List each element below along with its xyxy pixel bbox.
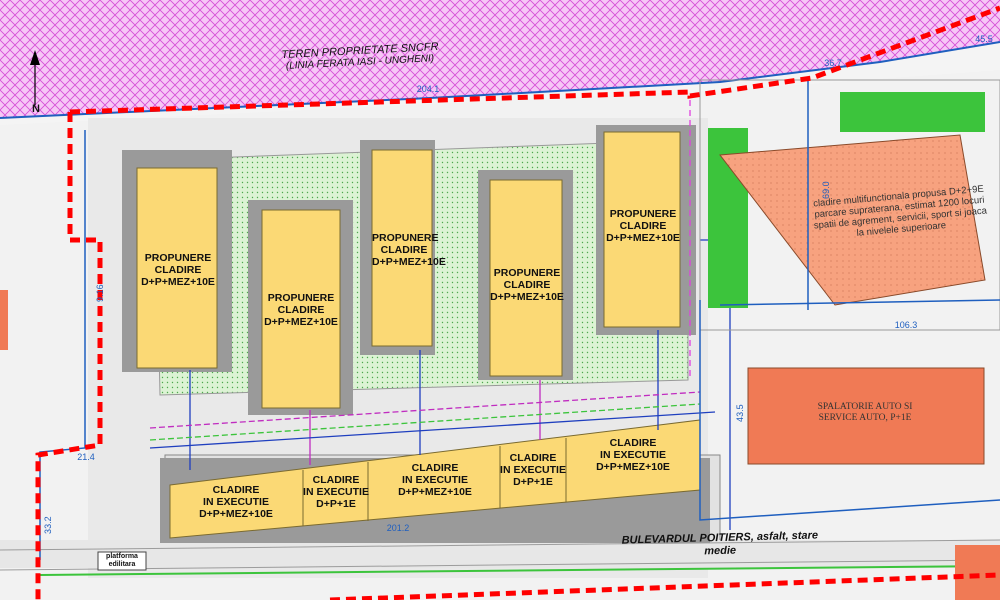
dim-10: 69.0 — [820, 181, 831, 199]
proposed-label-3: PROPUNERE CLADIRE D+P+MEZ+10E — [372, 232, 446, 269]
north-label: N — [32, 103, 40, 115]
proposed-label-4: PROPUNERE CLADIRE D+P+MEZ+10E — [490, 267, 564, 304]
green-parcel-top — [840, 92, 985, 132]
dim-6: 21.4 — [77, 452, 95, 462]
dim-1: 204.1 — [416, 84, 440, 94]
execution-label-3: CLADIRE IN EXECUTIE D+P+MEZ+10E — [398, 462, 472, 499]
proposed-label-5: PROPUNERE CLADIRE D+P+MEZ+10E — [606, 208, 680, 245]
dim-7: 9.16 — [94, 284, 105, 302]
proposed-label-2: PROPUNERE CLADIRE D+P+MEZ+10E — [264, 292, 338, 329]
carwash-label: SPALATORIE AUTO SI SERVICE AUTO, P+1E — [817, 402, 913, 423]
dim-9: 33.2 — [42, 516, 53, 534]
execution-label-1: CLADIRE IN EXECUTIE D+P+MEZ+10E — [199, 484, 273, 521]
dim-2: 36.7 — [824, 58, 842, 68]
right-building-far — [955, 545, 1000, 600]
left-building-far — [0, 290, 8, 350]
dim-4: 106.3 — [894, 320, 918, 330]
platform-label: platforma edilitara — [106, 553, 138, 569]
execution-label-4: CLADIRE IN EXECUTIE D+P+1E — [500, 452, 566, 489]
street-band — [0, 540, 1000, 568]
dim-5: 201.2 — [386, 523, 410, 533]
dim-8: 43.5 — [734, 404, 745, 422]
execution-label-2: CLADIRE IN EXECUTIE D+P+1E — [303, 474, 369, 511]
proposed-label-1: PROPUNERE CLADIRE D+P+MEZ+10E — [141, 252, 215, 289]
dim-3: 45.5 — [975, 34, 993, 44]
execution-label-5: CLADIRE IN EXECUTIE D+P+MEZ+10E — [596, 437, 670, 474]
